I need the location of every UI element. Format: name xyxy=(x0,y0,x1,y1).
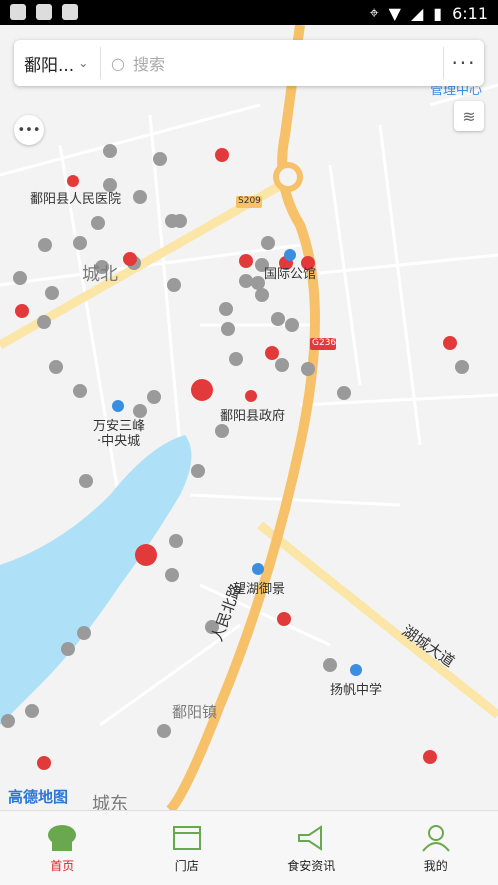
store-markers xyxy=(1,144,469,738)
tab-mine[interactable]: 我的 xyxy=(374,811,498,885)
label-chengdong: 城东 xyxy=(92,790,128,810)
sim-icon xyxy=(36,4,52,20)
chef-hat-icon xyxy=(46,823,78,853)
label-chengbei: 城北 xyxy=(82,260,118,286)
battery-icon: ▮ xyxy=(433,4,442,23)
search-placeholder: 搜索 xyxy=(133,51,165,75)
search-input[interactable]: ○ 搜索 xyxy=(101,51,443,75)
status-bar: ⌖ ▼ ◢ ▮ 6:11 xyxy=(0,0,498,25)
layers-icon: ≋ xyxy=(462,107,475,126)
app-icon xyxy=(62,4,78,20)
more-button[interactable]: ··· xyxy=(444,51,484,75)
label-yangfan: 扬帆中学 xyxy=(330,679,382,698)
label-g236: G236 xyxy=(312,338,336,348)
megaphone-icon xyxy=(295,823,327,853)
label-s209: S209 xyxy=(238,196,261,206)
tab-home[interactable]: 首页 xyxy=(0,811,125,885)
bottom-nav: 首页 门店 食安资讯 我的 xyxy=(0,810,498,885)
map-view[interactable]: 鄱阳县人民医院 城北 国际公馆 鄱阳县政府 万安三峰 ·中央城 望湖御景 人民北… xyxy=(0,25,498,810)
chat-button[interactable]: ••• xyxy=(14,115,44,145)
tab-label: 首页 xyxy=(50,857,74,874)
tab-news[interactable]: 食安资讯 xyxy=(249,811,374,885)
search-bar: 鄱阳... ⌄ ○ 搜索 ··· xyxy=(14,40,484,86)
search-icon: ○ xyxy=(111,54,125,73)
status-time: 6:11 xyxy=(452,4,488,23)
layer-button[interactable]: ≋ xyxy=(454,101,484,131)
chat-icon: ••• xyxy=(17,123,40,138)
label-wanan2: ·中央城 xyxy=(97,430,140,449)
store-icon xyxy=(171,823,203,853)
label-gov: 鄱阳县政府 xyxy=(220,405,285,424)
tab-label: 我的 xyxy=(424,857,448,874)
signal-icon: ◢ xyxy=(411,4,423,23)
user-icon xyxy=(420,823,452,853)
city-selector[interactable]: 鄱阳... ⌄ xyxy=(14,51,100,76)
city-name: 鄱阳... xyxy=(24,51,74,76)
tab-label: 食安资讯 xyxy=(287,857,335,874)
tab-store[interactable]: 门店 xyxy=(125,811,250,885)
label-guoji: 国际公馆 xyxy=(264,263,316,282)
notification-icon xyxy=(10,4,26,20)
tab-label: 门店 xyxy=(175,857,199,874)
location-icon: ⌖ xyxy=(370,3,379,23)
wifi-icon: ▼ xyxy=(389,4,401,23)
chevron-down-icon: ⌄ xyxy=(78,56,88,70)
label-poyang: 鄱阳镇 xyxy=(172,701,217,722)
amap-logo: 高德地图 xyxy=(8,786,68,807)
label-hospital: 鄱阳县人民医院 xyxy=(30,188,121,207)
